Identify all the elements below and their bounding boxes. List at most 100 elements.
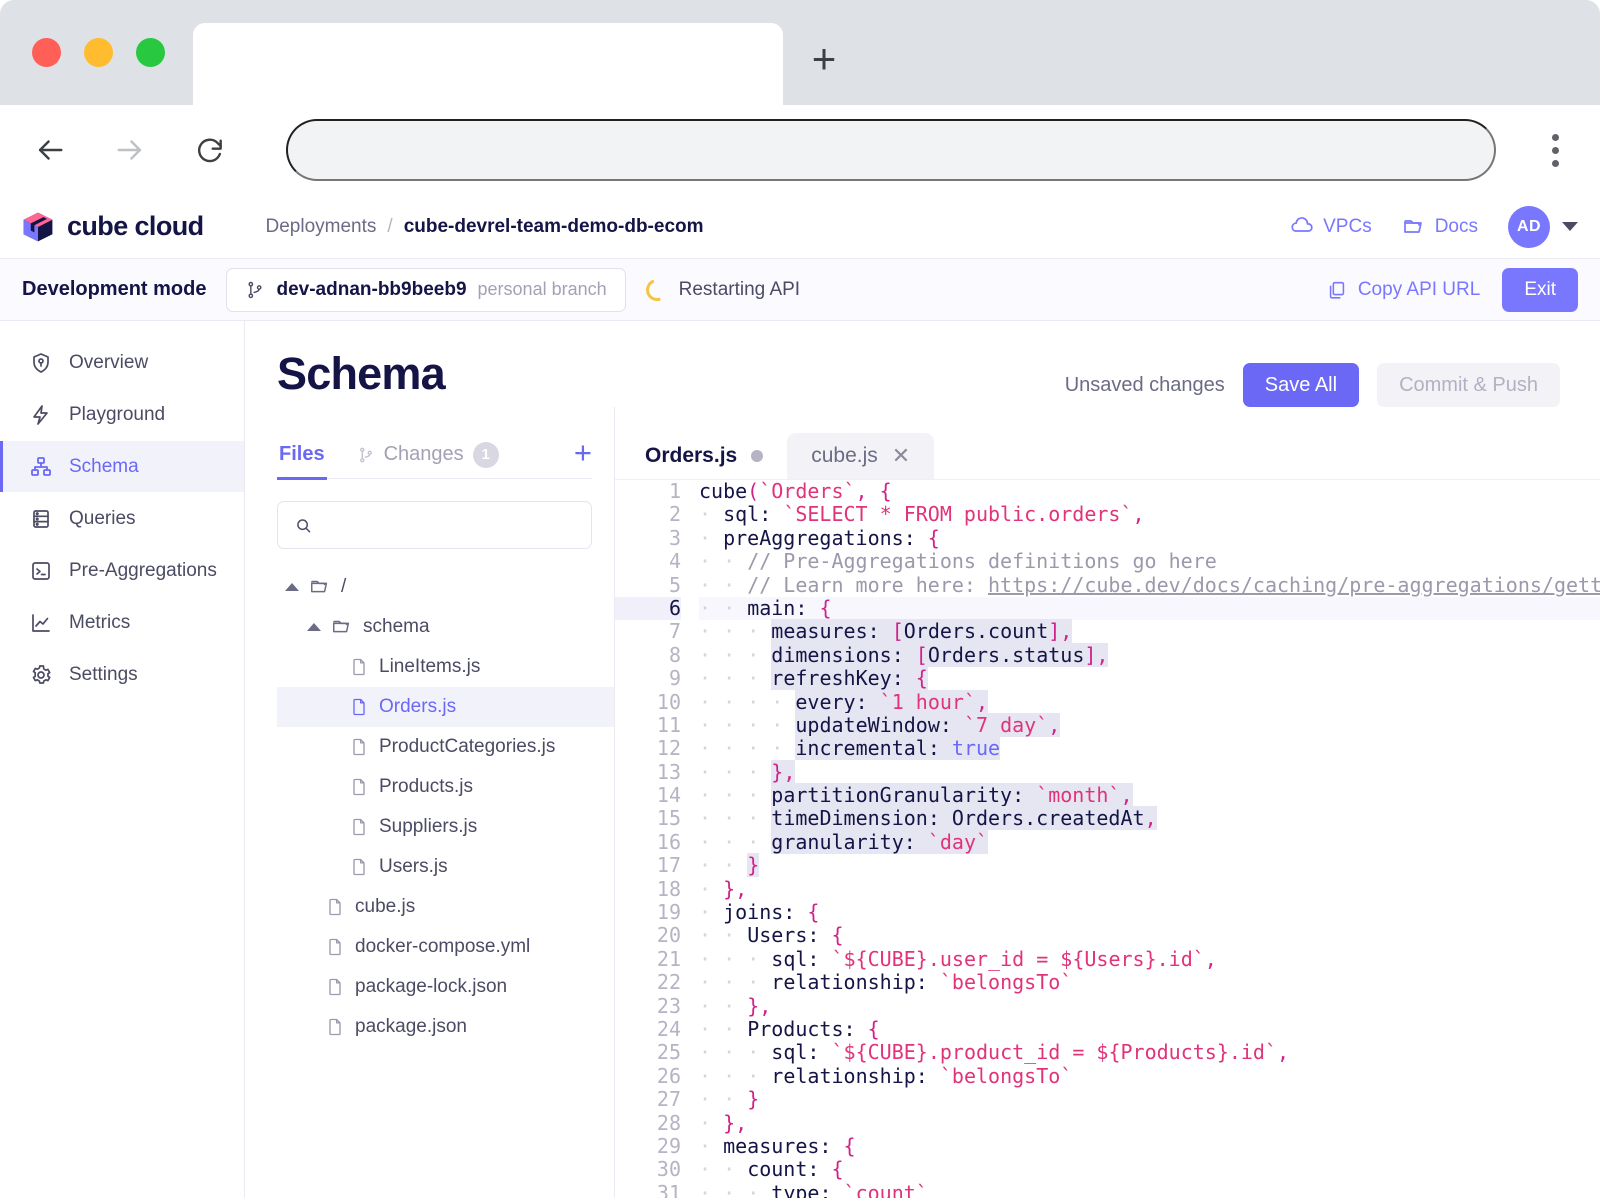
commit-and-push-button[interactable]: Commit & Push xyxy=(1377,363,1560,407)
code-line[interactable]: · · · relationship: `belongsTo` xyxy=(699,971,1600,994)
tree-row[interactable]: cube.js xyxy=(277,887,614,927)
code-line[interactable]: · · · measures: [Orders.count], xyxy=(699,619,1600,644)
code-line[interactable]: · · · }, xyxy=(699,759,1600,784)
forward-button[interactable] xyxy=(102,122,158,178)
code-line[interactable]: · · } xyxy=(699,1087,1600,1111)
tree-row[interactable]: Suppliers.js xyxy=(277,807,614,847)
sidebar-item-label: Schema xyxy=(69,455,139,477)
code-line[interactable]: · · Products: { xyxy=(699,1017,1600,1041)
tree-row[interactable]: Products.js xyxy=(277,767,614,807)
tree-row[interactable]: docker-compose.yml xyxy=(277,927,614,967)
schema-panes: Files Changes 1 + / schema LineItems.js … xyxy=(245,407,1600,1198)
docs-link[interactable]: Docs xyxy=(1402,215,1478,239)
close-window-button[interactable] xyxy=(32,38,61,67)
code-line[interactable]: · · · sql: `${CUBE}.product_id = ${Produ… xyxy=(699,1041,1600,1064)
tree-row[interactable]: LineItems.js xyxy=(277,647,614,687)
code-line[interactable]: · joins: { xyxy=(699,900,1600,924)
browser-menu-button[interactable] xyxy=(1532,122,1578,178)
cloud-icon xyxy=(1291,216,1313,232)
new-tab-button[interactable]: + xyxy=(783,23,865,105)
browser-window: + cube cloud Deployments / cube-devrel-t… xyxy=(0,0,1600,1198)
maximize-window-button[interactable] xyxy=(136,38,165,67)
gear-icon xyxy=(32,664,51,684)
code-line[interactable]: · · · dimensions: [Orders.status], xyxy=(699,642,1600,667)
back-button[interactable] xyxy=(22,122,78,178)
code-line[interactable]: · · · · every: `1 hour`, xyxy=(699,689,1600,714)
tree-row[interactable]: / xyxy=(277,567,614,607)
tree-row[interactable]: package.json xyxy=(277,1007,614,1047)
tree-row[interactable]: Users.js xyxy=(277,847,614,887)
code-line[interactable]: · · · refreshKey: { xyxy=(699,666,1600,691)
code-line[interactable]: · measures: { xyxy=(699,1134,1600,1158)
chevron-up-icon[interactable] xyxy=(307,623,321,631)
address-bar[interactable] xyxy=(286,119,1496,181)
code-line[interactable]: · · · · updateWindow: `7 day`, xyxy=(699,712,1600,737)
tree-label: docker-compose.yml xyxy=(355,936,531,957)
line-number: 18 xyxy=(656,876,681,901)
cube-cloud-logo[interactable]: cube cloud xyxy=(20,209,204,245)
browser-tab[interactable] xyxy=(193,23,783,105)
code-line[interactable]: · · } xyxy=(699,853,1600,878)
sidebar-item-settings[interactable]: Settings xyxy=(0,649,244,700)
code-line[interactable]: · · // Learn more here: https://cube.dev… xyxy=(699,573,1600,597)
exit-button[interactable]: Exit xyxy=(1502,267,1578,312)
vpcs-link[interactable]: VPCs xyxy=(1290,215,1372,239)
code-line[interactable]: · · Users: { xyxy=(699,924,1600,947)
chevron-down-icon[interactable] xyxy=(1562,222,1578,231)
code-line[interactable]: · sql: `SELECT * FROM public.orders`, xyxy=(699,503,1600,526)
tree-row[interactable]: ProductCategories.js xyxy=(277,727,614,767)
file-icon xyxy=(353,858,365,876)
editor-tab-orders[interactable]: Orders.js xyxy=(621,433,788,479)
add-file-button[interactable]: + xyxy=(574,437,592,472)
tree-row[interactable]: package-lock.json xyxy=(277,967,614,1007)
tree-row[interactable]: schema xyxy=(277,607,614,647)
code-line[interactable]: · }, xyxy=(699,877,1600,901)
file-icon xyxy=(353,658,365,676)
code-line[interactable]: · preAggregations: { xyxy=(699,526,1600,550)
code-line[interactable]: · · · · incremental: true xyxy=(699,736,1600,761)
code-line[interactable]: · · // Pre-Aggregations definitions go h… xyxy=(699,549,1600,573)
tree-row[interactable]: Orders.js xyxy=(277,687,614,727)
code-area[interactable]: 1 2 3 4 5 6 7 8 9 10 11 12 13 14 15 16 17 18 19 20 21 22 23 24 2… xyxy=(615,479,1600,1198)
chevron-up-icon[interactable] xyxy=(285,583,299,591)
code-line[interactable]: · · · relationship: `belongsTo` xyxy=(699,1064,1600,1088)
code-content[interactable]: cube(`Orders`, {· sql: `SELECT * FROM pu… xyxy=(699,480,1600,1198)
sidebar-item-playground[interactable]: Playground xyxy=(0,389,244,440)
code-line[interactable]: · · }, xyxy=(699,994,1600,1018)
tab-files[interactable]: Files xyxy=(277,431,327,480)
code-line[interactable]: cube(`Orders`, { xyxy=(699,480,1600,503)
file-icon xyxy=(353,818,365,836)
code-line[interactable]: · · · granularity: `day` xyxy=(699,829,1600,854)
close-icon[interactable]: ✕ xyxy=(892,445,910,467)
sidebar-item-pre-aggregations[interactable]: Pre-Aggregations xyxy=(0,545,244,596)
breadcrumb-deployments[interactable]: Deployments xyxy=(266,216,377,238)
code-line[interactable]: · · main: { xyxy=(699,596,1600,621)
code-line[interactable]: · · · type: `count` xyxy=(699,1181,1600,1198)
code-line[interactable]: · · · timeDimension: Orders.createdAt, xyxy=(699,806,1600,831)
sidebar-item-overview[interactable]: Overview xyxy=(0,337,244,388)
file-search[interactable] xyxy=(277,501,592,549)
code-line[interactable]: · · count: { xyxy=(699,1158,1600,1181)
sidebar-item-schema[interactable]: Schema xyxy=(0,441,244,492)
tab-changes[interactable]: Changes 1 xyxy=(355,431,501,479)
editor-tab-cube[interactable]: cube.js ✕ xyxy=(787,433,935,479)
branch-selector[interactable]: dev-adnan-bb9beeb9 personal branch xyxy=(226,267,626,312)
minimize-window-button[interactable] xyxy=(84,38,113,67)
code-line[interactable]: · · · sql: `${CUBE}.user_id = ${Users}.i… xyxy=(699,947,1600,971)
sidebar-item-queries[interactable]: Queries xyxy=(0,493,244,544)
line-number: 17 xyxy=(656,853,681,878)
avatar[interactable]: AD xyxy=(1508,205,1550,248)
line-number-gutter: 1 2 3 4 5 6 7 8 9 10 11 12 13 14 15 16 17 18 19 20 21 22 23 24 2… xyxy=(615,480,699,1198)
branch-icon xyxy=(359,447,372,462)
folder-open-icon xyxy=(311,580,328,593)
search-input[interactable] xyxy=(324,514,575,536)
reload-button[interactable] xyxy=(182,122,238,178)
code-line[interactable]: · · · partitionGranularity: `month`, xyxy=(699,783,1600,808)
line-number: 25 xyxy=(656,1040,681,1065)
sidebar-item-metrics[interactable]: Metrics xyxy=(0,597,244,648)
code-line[interactable]: · }, xyxy=(699,1111,1600,1135)
copy-api-url-button[interactable]: Copy API URL xyxy=(1326,279,1480,301)
sidebar-item-label: Queries xyxy=(69,507,136,529)
unsaved-changes-label: Unsaved changes xyxy=(1064,373,1225,396)
save-all-button[interactable]: Save All xyxy=(1242,363,1360,407)
